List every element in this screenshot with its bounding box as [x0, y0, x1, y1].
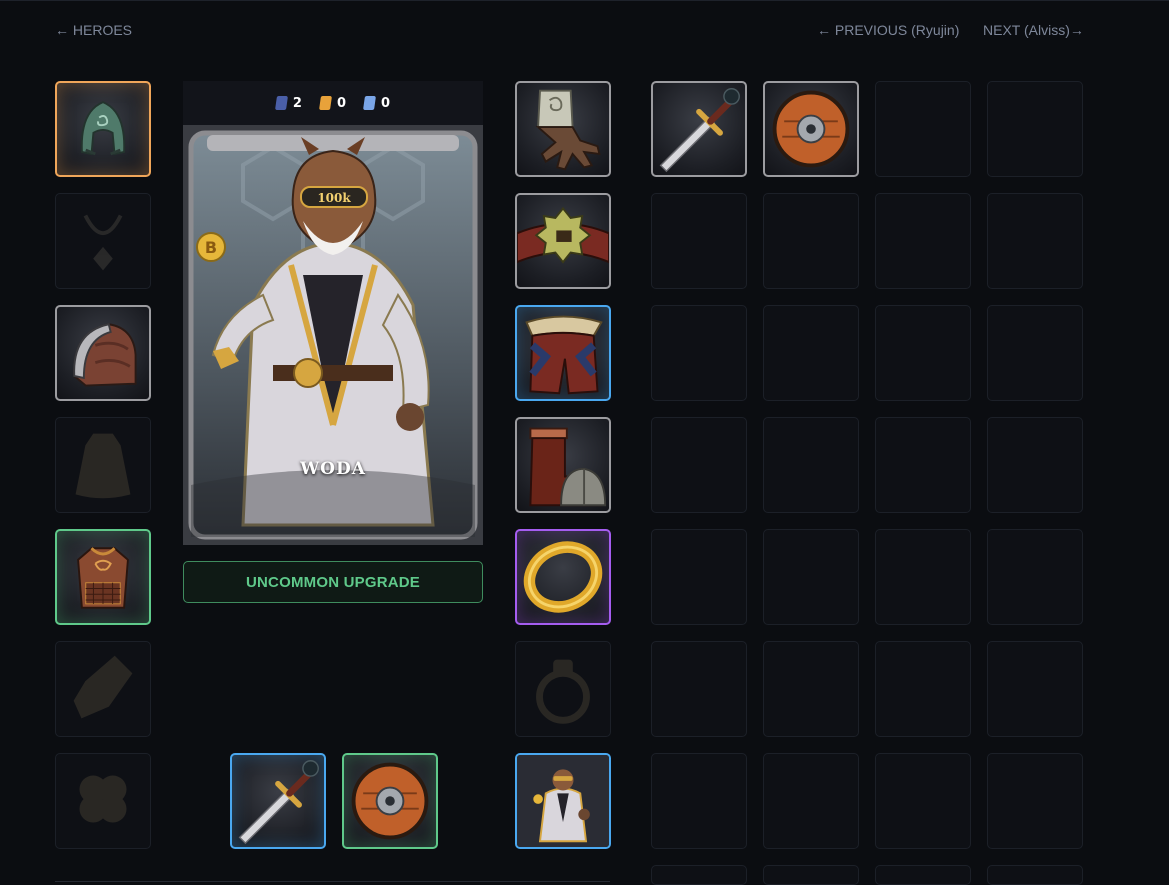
- bracer-icon: [73, 655, 133, 719]
- inventory-slot-empty[interactable]: [651, 305, 747, 401]
- stat-orange-value: 0: [336, 95, 347, 111]
- blue-gem-icon: [274, 96, 288, 110]
- gloves-icon: [535, 89, 601, 171]
- inventory-slot-empty[interactable]: [651, 417, 747, 513]
- boots-icon: [529, 427, 607, 507]
- pants-icon: [525, 315, 603, 395]
- inventory-slot-empty[interactable]: [987, 305, 1083, 401]
- inventory-slot-empty[interactable]: [651, 193, 747, 289]
- inventory-slot-empty[interactable]: [875, 81, 971, 177]
- inventory-slot-empty[interactable]: [875, 193, 971, 289]
- svg-text:B: B: [205, 238, 217, 257]
- previous-hero-link[interactable]: ← PREVIOUS (Ryujin): [817, 22, 959, 38]
- inventory-slot-empty[interactable]: [875, 641, 971, 737]
- next-hero-label: NEXT (Alviss): [983, 22, 1070, 38]
- equip-slot-belt[interactable]: [515, 193, 611, 289]
- inventory-slot-empty[interactable]: [987, 753, 1083, 849]
- next-hero-link[interactable]: NEXT (Alviss)→: [983, 22, 1084, 38]
- hero-name: WODA: [300, 459, 366, 479]
- stat-light-blue-value: 0: [381, 95, 391, 111]
- equip-slot-ring-2[interactable]: [515, 641, 611, 737]
- inventory-slot-empty[interactable]: [763, 641, 859, 737]
- amulet-icon: [83, 214, 123, 271]
- gold-ring-icon: [523, 541, 603, 613]
- equip-slot-pants[interactable]: [515, 305, 611, 401]
- inventory-slot-empty[interactable]: [987, 417, 1083, 513]
- previous-hero-label: PREVIOUS (Ryujin): [834, 22, 960, 38]
- cape-icon: [75, 433, 131, 499]
- inventory-slot-empty[interactable]: [651, 865, 747, 885]
- shoulder-armor-icon: [73, 323, 137, 387]
- sword-icon: [238, 760, 319, 845]
- ring-icon: [536, 659, 590, 724]
- equip-slot-skin[interactable]: [515, 753, 611, 849]
- belt-icon: [517, 206, 609, 264]
- clover-icon: [79, 775, 127, 823]
- inventory-slot-empty[interactable]: [651, 753, 747, 849]
- chest-armor-icon: [77, 547, 129, 609]
- inventory-slot-empty[interactable]: [987, 193, 1083, 289]
- equip-slot-shoulders[interactable]: [55, 305, 151, 401]
- stat-orange: 0: [318, 95, 347, 111]
- inventory-slot-empty[interactable]: [875, 305, 971, 401]
- inventory-slot[interactable]: [763, 81, 859, 177]
- equip-slot-cape[interactable]: [55, 417, 151, 513]
- shield-icon: [351, 762, 429, 840]
- inventory-slot-empty[interactable]: [763, 305, 859, 401]
- inventory-slot-empty[interactable]: [763, 865, 859, 885]
- hero-card: 2 0 0 B 100k WODA: [183, 81, 483, 545]
- equip-slot-chest[interactable]: [55, 529, 151, 625]
- hero-stats-bar: 2 0 0: [183, 81, 483, 125]
- arrow-right-icon: →: [1069, 22, 1084, 38]
- inventory-slot-empty[interactable]: [875, 417, 971, 513]
- light-blue-gem-icon: [363, 96, 376, 110]
- equip-slot-amulet[interactable]: [55, 193, 151, 289]
- stat-light-blue: 0: [363, 95, 391, 111]
- inventory-slot-empty[interactable]: [987, 641, 1083, 737]
- section-divider: [55, 881, 610, 882]
- inventory-slot-empty[interactable]: [651, 529, 747, 625]
- inventory-slot-empty[interactable]: [763, 753, 859, 849]
- weapon-slot-main-hand[interactable]: [230, 753, 326, 849]
- inventory-slot-empty[interactable]: [987, 865, 1083, 885]
- inventory-slot-empty[interactable]: [875, 753, 971, 849]
- inventory-slot-empty[interactable]: [763, 193, 859, 289]
- equip-slot-ring-1[interactable]: [515, 529, 611, 625]
- inventory-slot-empty[interactable]: [875, 865, 971, 885]
- heroes-back-label: HEROES: [72, 22, 133, 38]
- equip-slot-luck[interactable]: [55, 753, 151, 849]
- orange-gem-icon: [318, 96, 332, 110]
- inventory-slot-empty[interactable]: [651, 641, 747, 737]
- inventory-slot-empty[interactable]: [987, 81, 1083, 177]
- arrow-left-icon: ←: [55, 22, 69, 38]
- top-divider: [0, 0, 1169, 1]
- hero-skin-icon: [517, 755, 609, 847]
- inventory-slot-empty[interactable]: [763, 417, 859, 513]
- inventory-slot[interactable]: [651, 81, 747, 177]
- weapon-slot-off-hand[interactable]: [342, 753, 438, 849]
- inventory-slot-empty[interactable]: [987, 529, 1083, 625]
- equip-slot-gloves[interactable]: [515, 81, 611, 177]
- hero-portrait: B 100k: [183, 125, 483, 545]
- upgrade-button[interactable]: UNCOMMON UPGRADE: [183, 561, 483, 603]
- equip-slot-bracers[interactable]: [55, 641, 151, 737]
- svg-text:100k: 100k: [317, 191, 351, 205]
- shield-icon: [772, 90, 850, 168]
- equip-slot-boots[interactable]: [515, 417, 611, 513]
- stat-blue: 2: [274, 95, 302, 111]
- equip-slot-helmet[interactable]: [55, 81, 151, 177]
- arrow-left-icon: ←: [817, 22, 831, 38]
- inventory-slot-empty[interactable]: [763, 529, 859, 625]
- inventory-slot-empty[interactable]: [875, 529, 971, 625]
- helmet-icon: [80, 101, 126, 156]
- stat-blue-value: 2: [292, 95, 302, 111]
- heroes-back-link[interactable]: ← HEROES: [55, 22, 132, 38]
- sword-icon: [659, 88, 740, 173]
